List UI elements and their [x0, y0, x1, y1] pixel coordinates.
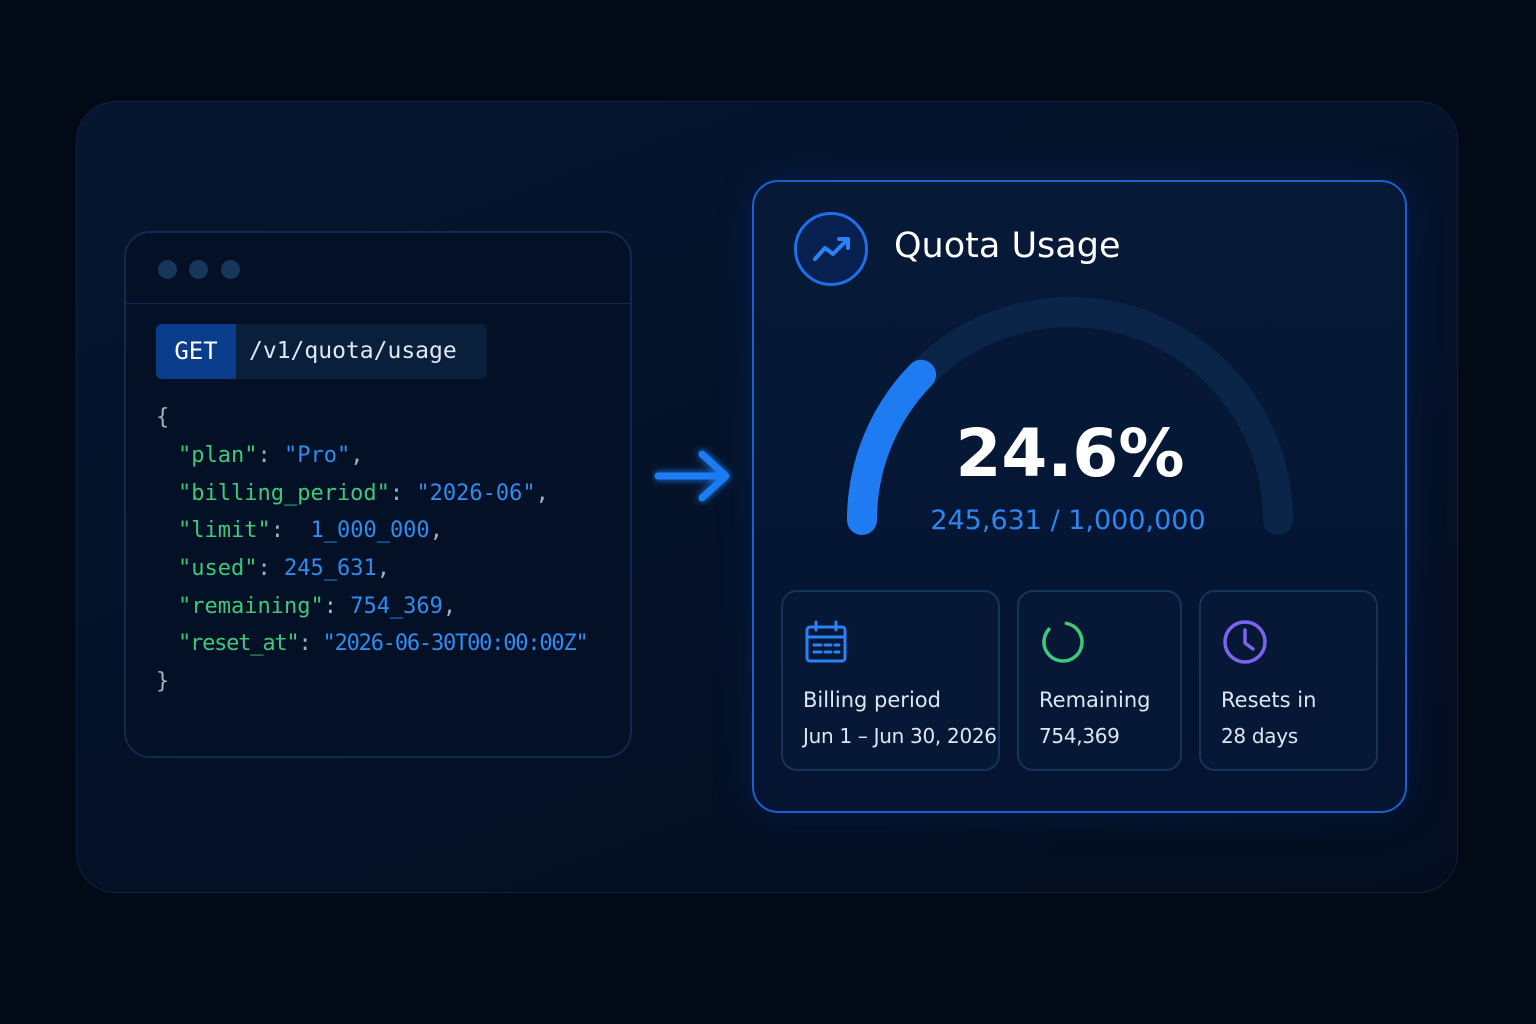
window-dot-icon	[221, 260, 240, 279]
tile-label: Billing period	[803, 688, 941, 712]
tile-resets-in: Resets in 28 days	[1199, 590, 1378, 771]
usage-ratio: 245,631 / 1,000,000	[930, 505, 1206, 536]
usage-percent: 24.6%	[955, 415, 1185, 492]
json-line: {	[156, 405, 170, 430]
card-title: Quota Usage	[894, 226, 1121, 266]
clock-icon	[1223, 620, 1267, 664]
json-line: "remaining": 754_369,	[178, 594, 457, 619]
request-line: GET /v1/quota/usage	[156, 324, 487, 379]
window-titlebar	[126, 233, 630, 304]
json-line: }	[156, 669, 170, 694]
trend-up-icon	[794, 212, 868, 286]
json-line: "plan": "Pro",	[178, 443, 364, 468]
window-dot-icon	[158, 260, 177, 279]
tile-value: 28 days	[1221, 724, 1298, 748]
arrow-right-icon	[654, 450, 730, 502]
window-dot-icon	[189, 260, 208, 279]
tile-value: 754,369	[1039, 724, 1120, 748]
calendar-icon	[805, 620, 847, 663]
endpoint-path: /v1/quota/usage	[249, 338, 457, 364]
json-line: "billing_period": "2026-06",	[178, 481, 549, 506]
tile-value: Jun 1 – Jun 30, 2026	[803, 724, 997, 748]
json-line: "used": 245_631,	[178, 556, 390, 581]
tile-label: Resets in	[1221, 688, 1317, 712]
json-line: "limit": 1_000_000,	[178, 518, 443, 543]
tile-billing-period: Billing period Jun 1 – Jun 30, 2026	[781, 590, 1000, 771]
tile-label: Remaining	[1039, 688, 1151, 712]
json-line: "reset_at": "2026-06-30T00:00:00Z"	[178, 631, 589, 656]
http-method-badge: GET	[156, 324, 236, 379]
progress-ring-icon	[1042, 621, 1084, 663]
tile-remaining: Remaining 754,369	[1017, 590, 1182, 771]
